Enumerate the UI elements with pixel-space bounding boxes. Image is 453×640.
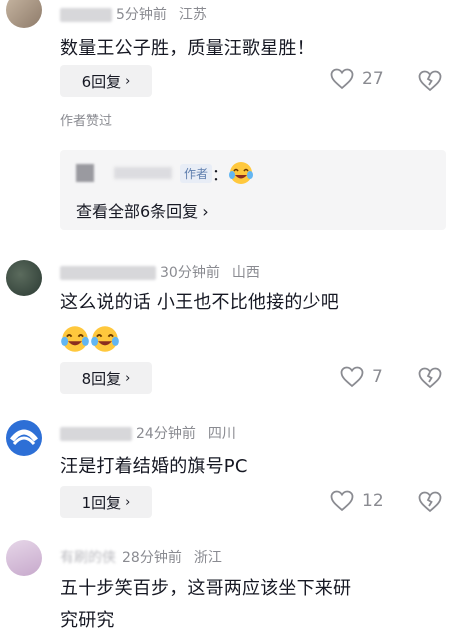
comment-text: 汪是打着结婚的旗号PC <box>60 456 248 477</box>
username[interactable] <box>60 427 132 441</box>
broken-heart-icon <box>418 70 442 92</box>
dislike-button[interactable] <box>418 491 442 517</box>
comment-text-continued: 究研究 <box>60 610 115 631</box>
avatar[interactable] <box>6 0 42 28</box>
author-tag: 作者 <box>180 163 213 183</box>
comment-time: 24分钟前 <box>136 426 196 442</box>
dislike-button[interactable] <box>418 70 442 96</box>
username[interactable] <box>114 167 172 179</box>
comment-location: 山西 <box>231 265 260 281</box>
comment-meta: 5分钟前 江苏 <box>60 4 207 24</box>
laughing-crying-emoji <box>228 160 254 186</box>
laughing-crying-emoji <box>90 324 119 352</box>
like-count: 27 <box>362 69 384 89</box>
reply-count: 6回复 <box>81 72 122 91</box>
comment-text: 这么说的话 小王也不比他接的少吧 <box>60 292 339 313</box>
reply-count: 8回复 <box>81 369 122 388</box>
broken-heart-icon <box>418 491 442 513</box>
laughing-crying-emoji <box>60 324 89 352</box>
chevron-right-icon: › <box>125 494 131 510</box>
comment-meta: 30分钟前 山西 <box>60 262 260 282</box>
sub-reply-header: 作者 ： <box>76 160 254 186</box>
comment-text: 五十步笑百步，这哥两应该坐下来研 <box>60 578 352 599</box>
view-all-replies-link[interactable]: 查看全部6条回复 › <box>76 198 209 222</box>
avatar[interactable] <box>6 540 42 576</box>
like-button[interactable]: 7 <box>340 366 383 388</box>
comment-time: 28分钟前 <box>122 550 182 566</box>
sub-reply-colon: ： <box>212 165 229 184</box>
avatar[interactable] <box>6 420 42 456</box>
avatar[interactable] <box>6 260 42 296</box>
avatar[interactable] <box>76 164 94 182</box>
comment-location: 四川 <box>207 426 236 442</box>
reply-button[interactable]: 8回复 › <box>60 362 152 394</box>
username[interactable]: 有刷的侠 <box>60 550 116 566</box>
heart-icon <box>340 366 364 388</box>
comment-location: 浙江 <box>193 550 222 566</box>
comment-emojis <box>60 324 119 352</box>
heart-icon <box>330 68 354 90</box>
sub-reply-box[interactable]: 作者 ： 查看全部6条回复 › <box>60 150 446 230</box>
chevron-right-icon: › <box>202 202 209 221</box>
reply-button[interactable]: 6回复 › <box>60 65 152 97</box>
reply-count: 1回复 <box>81 493 122 512</box>
comment-location: 江苏 <box>178 7 207 23</box>
heart-icon <box>330 490 354 512</box>
comment-time: 5分钟前 <box>116 7 167 23</box>
comment-text: 数量王公子胜，质量汪歌星胜！ <box>60 38 315 59</box>
like-button[interactable]: 12 <box>330 490 384 512</box>
avatar-graphic <box>10 429 38 446</box>
reply-button[interactable]: 1回复 › <box>60 486 152 518</box>
chevron-right-icon: › <box>125 73 131 89</box>
comment-meta: 有刷的侠 28分钟前 浙江 <box>60 547 222 567</box>
comment-time: 30分钟前 <box>160 265 220 281</box>
broken-heart-icon <box>418 367 442 389</box>
comment-meta: 24分钟前 四川 <box>60 423 236 443</box>
like-button[interactable]: 27 <box>330 68 384 90</box>
dislike-button[interactable] <box>418 367 442 393</box>
chevron-right-icon: › <box>125 370 131 386</box>
username[interactable] <box>60 266 156 280</box>
view-all-replies-label: 查看全部6条回复 <box>76 202 199 221</box>
like-count: 7 <box>372 367 383 387</box>
author-liked-badge: 作者赞过 <box>60 114 113 129</box>
like-count: 12 <box>362 491 384 511</box>
username[interactable] <box>60 8 112 22</box>
